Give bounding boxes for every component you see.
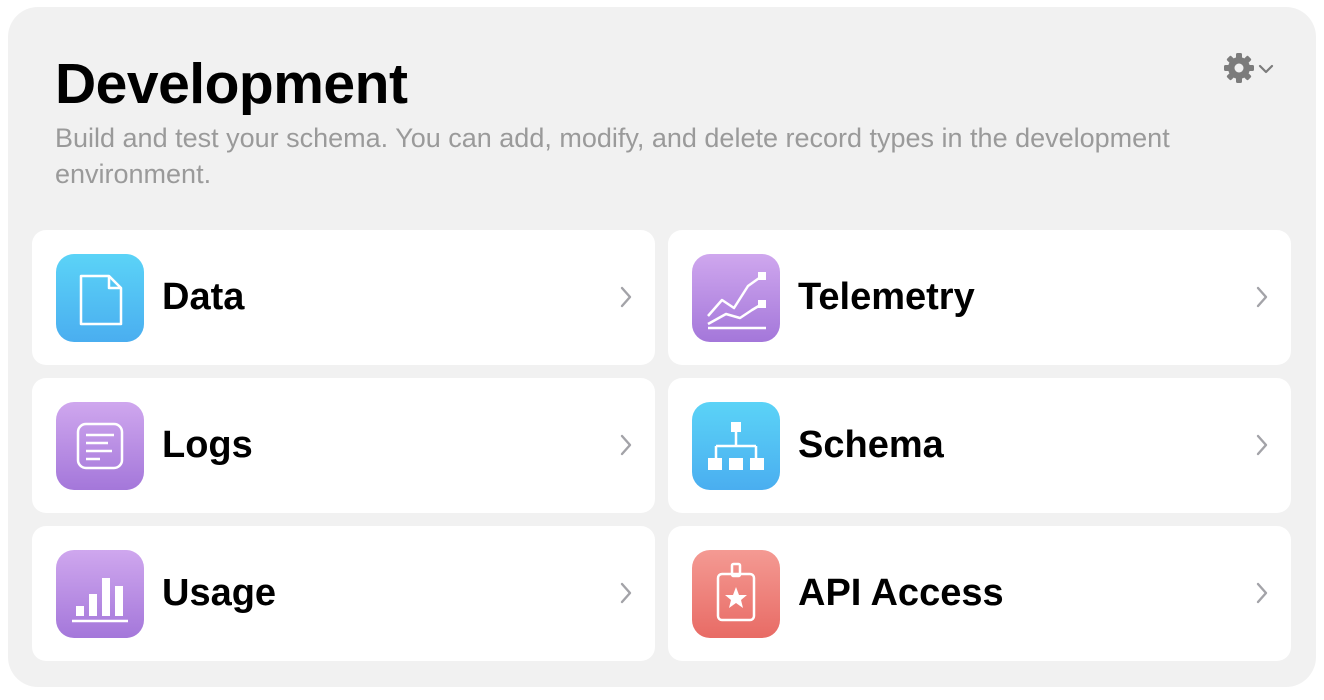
- page-description: Build and test your schema. You can add,…: [55, 123, 1170, 189]
- log-text-icon: [56, 402, 144, 490]
- card-label: Telemetry: [798, 276, 975, 318]
- chevron-right-icon: [619, 284, 633, 315]
- hierarchy-icon: [692, 402, 780, 490]
- chevron-right-icon: [619, 432, 633, 463]
- chevron-right-icon: [1255, 432, 1269, 463]
- gear-icon: [1222, 51, 1256, 90]
- card-telemetry[interactable]: Telemetry: [668, 230, 1291, 365]
- card-label: API Access: [798, 572, 1004, 614]
- settings-menu-button[interactable]: [1222, 51, 1274, 90]
- chevron-down-icon: [1258, 62, 1274, 80]
- card-label: Logs: [162, 424, 253, 466]
- card-data[interactable]: Data: [32, 230, 655, 365]
- card-logs[interactable]: Logs: [32, 378, 655, 513]
- card-schema[interactable]: Schema: [668, 378, 1291, 513]
- card-label: Usage: [162, 572, 277, 614]
- card-api-access[interactable]: API Access: [668, 526, 1291, 661]
- chevron-right-icon: [619, 580, 633, 611]
- chevron-right-icon: [1255, 284, 1269, 315]
- card-usage[interactable]: Usage: [32, 526, 655, 661]
- badge-star-icon: [692, 550, 780, 638]
- card-label: Data: [162, 276, 245, 318]
- bar-chart-icon: [56, 550, 144, 638]
- chevron-right-icon: [1255, 580, 1269, 611]
- development-panel: Development Build and test your schema. …: [8, 7, 1316, 687]
- line-chart-icon: [692, 254, 780, 342]
- page-title: Development: [55, 52, 408, 116]
- document-icon: [56, 254, 144, 342]
- card-label: Schema: [798, 424, 944, 466]
